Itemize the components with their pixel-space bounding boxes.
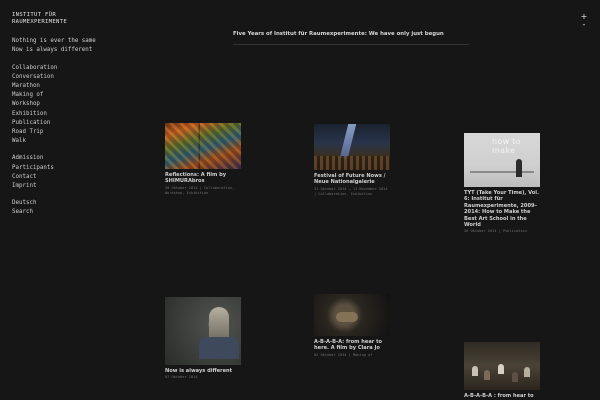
thumbnail-person — [209, 307, 229, 341]
thumbnail-crowd — [314, 156, 390, 170]
post-meta: 26 Oktober 2014 | Publication — [464, 229, 527, 234]
sidebar: INSTITUT FÜR RAUMEXPERIMENTE Nothing is … — [12, 12, 162, 226]
nav-item-road-trip[interactable]: Road Trip — [12, 128, 162, 137]
zoom-controls: + - — [580, 13, 588, 29]
nav-group-categories: Collaboration Conversation Marathon Maki… — [12, 64, 162, 147]
post-thumbnail[interactable] — [165, 297, 241, 365]
thumbnail-text: how to make — [492, 137, 521, 155]
site-logo[interactable]: INSTITUT FÜR RAUMEXPERIMENTE — [12, 12, 162, 25]
thumbnail-person — [472, 366, 478, 376]
post-card: Reflections: A film by SHIMURAbros 30 Ok… — [165, 123, 241, 196]
zoom-out-button[interactable]: - — [580, 21, 588, 29]
thumbnail-person-body — [199, 337, 239, 359]
thumbnail-light-beam — [339, 124, 357, 158]
nav-item-deutsch[interactable]: Deutsch — [12, 199, 162, 208]
post-title[interactable]: TYT (Take Your Time), Vol. 6: Institut f… — [464, 190, 540, 228]
nav-item-walk[interactable]: Walk — [12, 137, 162, 146]
thumbnail-hand — [336, 312, 358, 322]
nav-item-marathon[interactable]: Marathon — [12, 82, 162, 91]
post-card: Now is always different 07 Oktober 2014 — [165, 297, 241, 380]
nav-item-now-is-always-different[interactable]: Now is always different — [12, 46, 162, 55]
nav-item-conversation[interactable]: Conversation — [12, 73, 162, 82]
nav-item-exhibition[interactable]: Exhibition — [12, 110, 162, 119]
nav-item-nothing-is-ever-the-same[interactable]: Nothing is ever the same — [12, 37, 162, 46]
nav-item-admission[interactable]: Admission — [12, 154, 162, 163]
post-thumbnail[interactable] — [464, 342, 540, 390]
post-card: A-B-A-B-A : from hear to — [464, 342, 540, 399]
post-meta: 07 Oktober 2014 — [165, 375, 198, 380]
post-title[interactable]: Reflections: A film by SHIMURAbros — [165, 172, 241, 185]
thumbnail-person — [498, 364, 504, 374]
thumbnail-line — [470, 171, 534, 173]
nav-item-workshop[interactable]: Workshop — [12, 100, 162, 109]
post-thumbnail[interactable] — [165, 123, 241, 169]
post-card: Festival of Future Nows / Neue Nationalg… — [314, 124, 390, 197]
post-title[interactable]: A-B-A-B-A : from hear to — [464, 393, 540, 399]
nav-item-contact[interactable]: Contact — [12, 173, 162, 182]
post-thumbnail[interactable] — [314, 294, 390, 336]
nav-item-publication[interactable]: Publication — [12, 119, 162, 128]
post-thumbnail[interactable]: how to make — [464, 133, 540, 187]
post-title[interactable]: A-B-A-B-A: from hear to here. A film by … — [314, 339, 390, 352]
post-title[interactable]: Now is always different — [165, 368, 241, 374]
post-thumbnail[interactable] — [314, 124, 390, 170]
post-meta: 02 Oktober 2014 | Making of — [314, 352, 373, 357]
post-title[interactable]: Festival of Future Nows / Neue Nationalg… — [314, 173, 390, 186]
thumbnail-figure — [516, 159, 522, 177]
nav-group-intro: Nothing is ever the same Now is always d… — [12, 37, 162, 55]
nav-group-info: Admission Participants Contact Imprint — [12, 154, 162, 191]
nav-item-collaboration[interactable]: Collaboration — [12, 64, 162, 73]
post-meta: 30 Oktober 2014 | Collaboration, Worksho… — [165, 185, 235, 195]
nav-item-making-of[interactable]: Making of — [12, 91, 162, 100]
thumbnail-person — [484, 370, 490, 380]
thumbnail-person — [524, 367, 530, 377]
post-meta: 31 Oktober 2014 – 11 November 2014 | Col… — [314, 186, 388, 196]
nav-group-utility: Deutsch Search — [12, 199, 162, 217]
post-card: A-B-A-B-A: from hear to here. A film by … — [314, 294, 390, 358]
nav-item-participants[interactable]: Participants — [12, 164, 162, 173]
nav-item-search[interactable]: Search — [12, 208, 162, 217]
post-card: how to make TYT (Take Your Time), Vol. 6… — [464, 133, 540, 234]
thumbnail-person — [512, 372, 518, 382]
nav-item-imprint[interactable]: Imprint — [12, 182, 162, 191]
page-headline[interactable]: Five Years of Institut für Raumexperimen… — [233, 31, 469, 45]
